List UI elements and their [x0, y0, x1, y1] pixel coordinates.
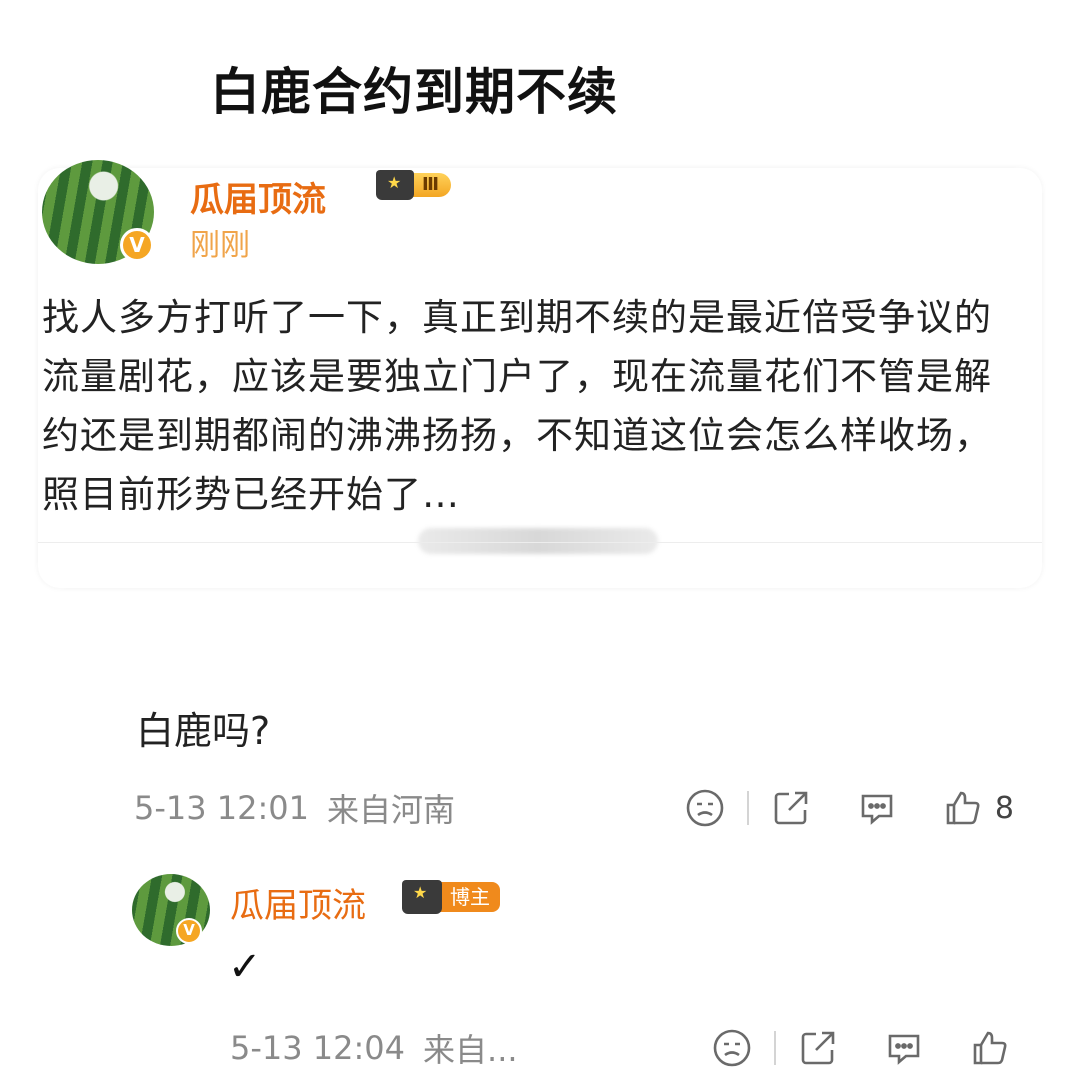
- crown-icon: [376, 170, 414, 200]
- comment-time: 5-13 12:01: [134, 789, 310, 827]
- divider: [746, 791, 749, 825]
- comment-icon[interactable]: [884, 1028, 924, 1068]
- post-author-name[interactable]: 瓜届顶流: [190, 172, 326, 221]
- share-icon[interactable]: [798, 1028, 838, 1068]
- reply-item: V 瓜届顶流 博主 ✓ 5-13 12:04 来自...: [130, 874, 1030, 1074]
- post-card: V 瓜届顶流 Ⅲ 刚刚 找人多方打听了一下，真正到期不续的是最近倍受争议的流量剧…: [38, 160, 1042, 588]
- blogger-tag: 博主: [440, 882, 500, 912]
- comment-body: 白鹿吗?: [136, 709, 271, 753]
- blurred-watermark: [418, 528, 658, 554]
- comment-location: 来自河南: [327, 791, 456, 829]
- reply-meta: 5-13 12:04 来自...: [230, 1026, 1010, 1070]
- member-rank: Ⅲ: [410, 173, 452, 197]
- reply-time: 5-13 12:04: [230, 1029, 406, 1067]
- divider: [774, 1031, 776, 1065]
- like-icon[interactable]: [943, 788, 983, 828]
- like-count: 8: [994, 790, 1014, 826]
- comment-meta: 5-13 12:01 来自河南 8: [134, 786, 1014, 830]
- reply-actions: [712, 1026, 1010, 1070]
- verified-badge-icon: V: [176, 918, 202, 944]
- comment-icon[interactable]: [857, 788, 897, 828]
- page-title: 白鹿合约到期不续: [210, 63, 618, 121]
- share-icon[interactable]: [771, 788, 811, 828]
- post-time: 刚刚: [190, 228, 250, 263]
- member-badge[interactable]: 博主: [402, 880, 500, 914]
- crown-icon: [402, 880, 442, 914]
- member-badge[interactable]: Ⅲ: [376, 170, 486, 200]
- verified-badge-icon: V: [120, 228, 154, 262]
- comment-actions: 8: [685, 786, 1014, 830]
- divider: [38, 542, 1042, 543]
- reply-author-name[interactable]: 瓜届顶流: [230, 878, 366, 927]
- like-icon[interactable]: [970, 1028, 1010, 1068]
- post-body: 找人多方打听了一下，真正到期不续的是最近倍受争议的流量剧花，应该是要独立门户了，…: [42, 296, 992, 516]
- reply-body: ✓: [228, 944, 262, 990]
- smile-icon[interactable]: [712, 1028, 752, 1068]
- smile-icon[interactable]: [685, 788, 725, 828]
- reply-location: 来自...: [423, 1031, 518, 1069]
